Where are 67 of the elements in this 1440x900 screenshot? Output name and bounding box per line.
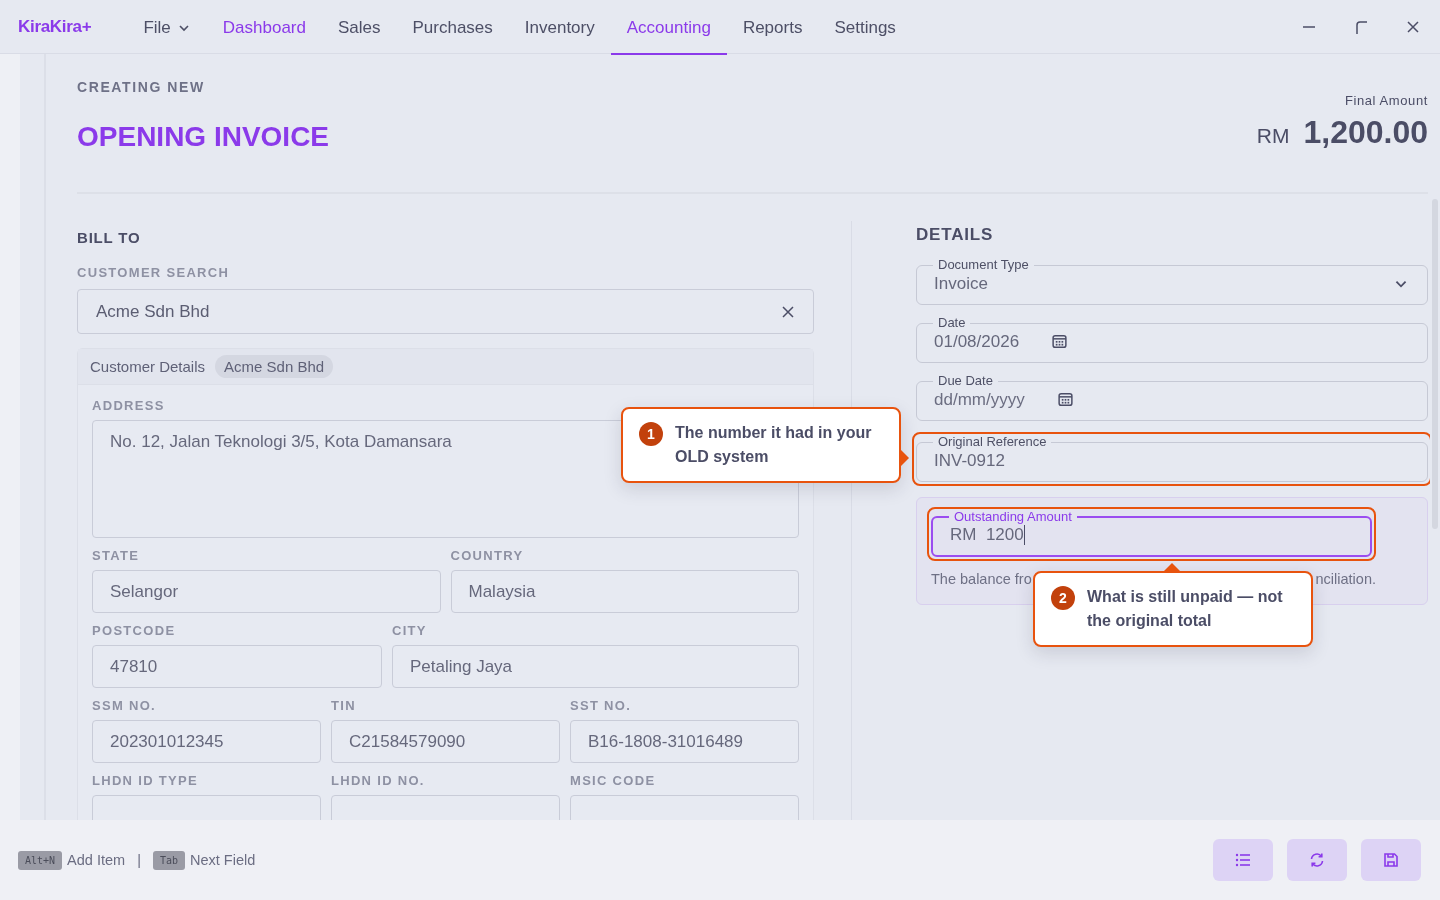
field-label: SST NO. — [570, 698, 633, 713]
field-label: CITY — [392, 623, 428, 638]
step-number: 2 — [1051, 586, 1075, 610]
field-label: Original Reference — [937, 436, 1048, 448]
select-field[interactable]: Document Type Invoice — [916, 259, 1428, 305]
customer-badge: Acme Sdn Bhd — [215, 355, 334, 378]
field-label: TIN — [331, 698, 357, 713]
list-icon — [1234, 851, 1252, 869]
shortcut-label: Add Item — [67, 852, 126, 868]
menu-tab[interactable]: Accounting — [610, 2, 727, 55]
input-field[interactable]: Petaling Jaya — [392, 645, 799, 688]
field-label: SSM NO. — [92, 698, 157, 713]
field-label: Document Type — [937, 259, 1030, 271]
amount-field[interactable]: Outstanding Amount RM 1200 — [931, 511, 1372, 557]
currency-label: RM — [1256, 124, 1290, 148]
menu-tab[interactable]: Sales — [321, 2, 397, 55]
menu-tab[interactable]: Purchases — [396, 2, 509, 55]
total-label: Final Amount — [1344, 93, 1428, 108]
field-label: MSIC CODE — [570, 773, 657, 788]
list-button[interactable] — [1213, 839, 1273, 881]
section-heading: BILL TO — [77, 229, 142, 246]
shortcut-label: Next Field — [190, 852, 256, 868]
field-label: LHDN ID NO. — [331, 773, 426, 788]
step-number: 1 — [639, 422, 663, 446]
menu-tab[interactable]: Dashboard — [206, 2, 322, 55]
save-icon — [1382, 851, 1400, 869]
menu-tab[interactable]: Settings — [818, 2, 912, 55]
total-amount: 1,200.00 — [1303, 114, 1428, 151]
separator: | — [137, 852, 141, 868]
callout-text: What is still unpaid — not the original total — [1087, 587, 1284, 631]
date-field[interactable]: Date 01/08/2026 — [916, 317, 1428, 363]
search-field[interactable]: Acme Sdn Bhd — [77, 289, 814, 334]
input-field[interactable]: 202301012345 — [92, 720, 321, 763]
section-heading: DETAILS — [916, 225, 995, 245]
menu-tab[interactable]: File — [127, 2, 207, 55]
date-field[interactable]: Due Date dd/mm/yyyy — [916, 375, 1428, 421]
field-label: Due Date — [937, 375, 994, 387]
app-logo: KiraKira+ — [18, 16, 92, 37]
menu-tab[interactable]: Reports — [726, 2, 819, 55]
field-label: Date — [937, 317, 967, 329]
save-button[interactable] — [1361, 839, 1421, 881]
input-field[interactable]: Selangor — [92, 570, 441, 613]
field-label: LHDN ID TYPE — [92, 773, 199, 788]
page-eyebrow: CREATING NEW — [77, 79, 206, 95]
calendar-icon[interactable] — [1056, 391, 1074, 408]
calendar-icon[interactable] — [1051, 333, 1069, 350]
input-field[interactable]: C21584579090 — [331, 720, 560, 763]
field-label: POSTCODE — [92, 623, 177, 638]
input-field[interactable]: B16-1808-31016489 — [570, 720, 799, 763]
key-badge: Alt+N — [18, 850, 63, 870]
refresh-button[interactable] — [1287, 839, 1347, 881]
input-field[interactable]: Original Reference INV-0912 — [916, 436, 1428, 482]
input-field[interactable]: 47810 — [92, 645, 382, 688]
field-label: Outstanding Amount — [953, 511, 1073, 523]
card-title: Customer Details — [90, 358, 206, 375]
clear-icon[interactable] — [781, 304, 795, 319]
refresh-icon — [1308, 851, 1326, 869]
hint-text: nciliation. — [1315, 571, 1376, 587]
field-label: STATE — [92, 548, 141, 563]
field-label: ADDRESS — [92, 398, 166, 413]
hint-text: The balance fro — [931, 571, 1032, 587]
input-field[interactable]: Malaysia — [450, 570, 799, 613]
key-badge: Tab — [152, 850, 185, 870]
field-label: COUNTRY — [450, 548, 525, 563]
page-title: OPENING INVOICE — [77, 121, 330, 153]
field-label: CUSTOMER SEARCH — [77, 265, 231, 280]
menu-tab[interactable]: Inventory — [508, 2, 611, 55]
